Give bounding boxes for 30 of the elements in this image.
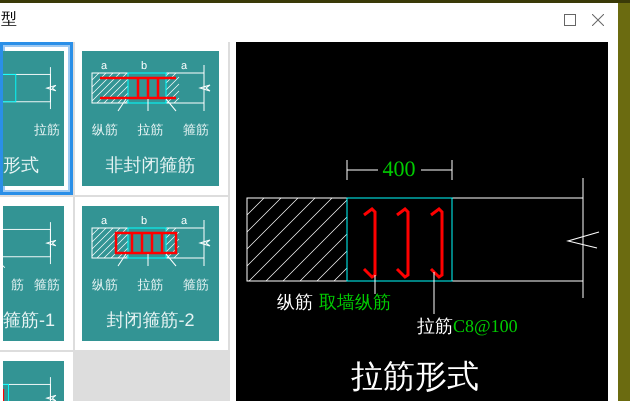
- dimension-letter: a: [100, 60, 108, 72]
- rebar-label: 拉筋: [34, 121, 60, 139]
- dimension-letter: b: [140, 215, 148, 227]
- dimension-value: 400: [382, 156, 416, 181]
- rebar-label: 拉筋: [137, 121, 164, 139]
- rebar-label: 拉筋: [137, 276, 164, 294]
- tie-note: 拉筋C8@100: [417, 316, 518, 336]
- maximize-icon: [564, 14, 576, 26]
- dimension-letter: a: [100, 215, 108, 227]
- tile-title: 非封闭箍筋: [104, 154, 196, 177]
- rebar-label: 箍筋: [183, 276, 210, 294]
- rebar-label: 筋: [11, 276, 24, 294]
- tile-title: 形式: [3, 154, 40, 177]
- rebar-label: 纵筋: [92, 276, 118, 294]
- dimension-letter: a: [180, 215, 188, 227]
- dimension-letter: a: [180, 60, 188, 72]
- pattern-tile-cell[interactable]: 筋 箍筋 箍筋-1: [0, 197, 73, 350]
- rebar-label: 箍筋: [34, 276, 60, 294]
- tile-title: 箍筋-1: [3, 309, 56, 332]
- tile-title: 封闭箍筋-2: [105, 309, 196, 332]
- window-title: 型: [1, 10, 17, 30]
- pattern-tile-cell[interactable]: a b a 纵筋 拉筋 箍筋 非封闭箍筋: [75, 42, 228, 195]
- rebar-label: 箍筋: [183, 121, 210, 139]
- rebar-note: 纵筋 取墙纵筋: [277, 292, 391, 312]
- pattern-tile-cell[interactable]: a b a 纵筋 拉筋 箍筋 封闭箍筋-2: [75, 197, 228, 350]
- pattern-tile-cell[interactable]: 拉筋 形式: [0, 42, 73, 195]
- dimension-letter: b: [140, 60, 148, 72]
- close-icon: [592, 14, 604, 26]
- preview-title: 拉筋形式: [351, 358, 479, 394]
- rebar-label: 纵筋: [92, 121, 118, 139]
